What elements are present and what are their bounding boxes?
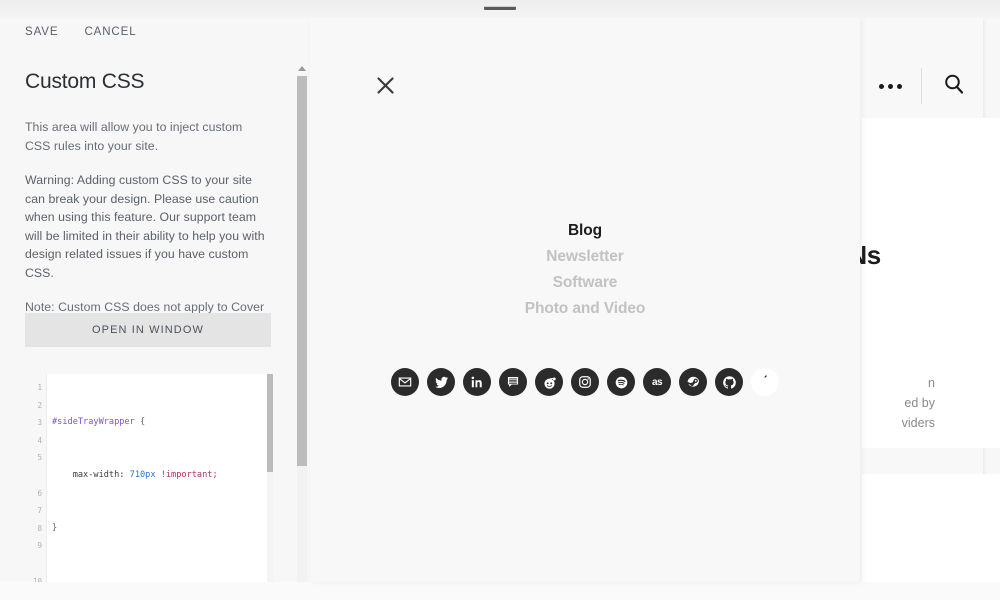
code-line: } — [52, 522, 58, 533]
page-title: Custom CSS — [25, 70, 145, 93]
social-links: as — [310, 368, 860, 396]
editor-scrollbar-thumb[interactable] — [267, 374, 273, 472]
open-in-window-button[interactable]: OPEN IN WINDOW — [25, 313, 271, 347]
reddit-icon[interactable] — [535, 368, 563, 396]
line-number-wrap — [25, 467, 46, 485]
ellipsis-icon[interactable] — [879, 83, 921, 89]
linkedin-icon[interactable] — [463, 368, 491, 396]
nav-item-blog[interactable]: Blog — [310, 218, 860, 244]
window-bottom-strip — [0, 582, 1000, 600]
line-number: 9 — [37, 541, 42, 551]
nav-overlay: Blog Newsletter Software Photo and Video — [310, 18, 860, 582]
overlay-nav: Blog Newsletter Software Photo and Video — [310, 218, 860, 322]
nav-item-software[interactable]: Software — [310, 270, 860, 296]
description-warning: Warning: Adding custom CSS to your site … — [25, 173, 265, 280]
app-root: DNs n ed by viders Blog Newsletter Softw… — [0, 0, 1000, 600]
save-button[interactable]: SAVE — [25, 26, 58, 38]
custom-css-sidebar: SAVE CANCEL Custom CSS This area will al… — [0, 0, 310, 600]
twitter-icon[interactable] — [427, 368, 455, 396]
sidebar-actions: SAVE CANCEL — [25, 26, 137, 38]
sidebar-scrollbar-thumb[interactable] — [297, 76, 307, 466]
sidebar-scrollbar[interactable] — [295, 62, 308, 600]
steam-icon[interactable] — [679, 368, 707, 396]
nav-item-newsletter[interactable]: Newsletter — [310, 244, 860, 270]
line-number: 1 — [37, 383, 42, 392]
line-number: 5 — [37, 453, 42, 463]
editor-scrollbar[interactable] — [267, 374, 273, 600]
apple-icon[interactable] — [751, 368, 779, 396]
code-line: #sideTrayWrapper { — [52, 417, 146, 428]
code-line: max-width: 710px !important; — [72, 469, 218, 480]
nav-item-photo-and-video[interactable]: Photo and Video — [310, 296, 860, 322]
editor-code-area[interactable]: #sideTrayWrapper { max-width: 710px !imp… — [47, 374, 273, 600]
preview-topbar — [879, 68, 965, 104]
spotify-icon[interactable] — [607, 368, 635, 396]
notes-icon[interactable] — [499, 368, 527, 396]
line-number: 6 — [37, 488, 42, 498]
line-number: 4 — [37, 435, 42, 445]
instagram-icon[interactable] — [571, 368, 599, 396]
close-icon[interactable] — [364, 64, 406, 106]
line-number-wrap — [25, 555, 46, 573]
cancel-button[interactable]: CANCEL — [84, 26, 136, 38]
mail-icon[interactable] — [391, 368, 419, 396]
line-number: 3 — [37, 418, 42, 428]
line-number: 8 — [37, 523, 42, 533]
description-intro: This area will allow you to inject custo… — [25, 120, 243, 153]
scroll-up-arrow-icon[interactable] — [298, 66, 306, 71]
css-code-editor[interactable]: 1 2 3 4 5 6 7 8 9 10 11 #sideTrayWrapper… — [25, 374, 273, 600]
lastfm-icon[interactable]: as — [643, 368, 671, 396]
github-icon[interactable] — [715, 368, 743, 396]
line-number: 7 — [37, 506, 42, 516]
editor-gutter: 1 2 3 4 5 6 7 8 9 10 11 — [25, 374, 47, 600]
panel-drag-handle[interactable] — [484, 6, 516, 10]
line-number: 2 — [37, 400, 42, 410]
search-icon[interactable] — [922, 73, 965, 100]
